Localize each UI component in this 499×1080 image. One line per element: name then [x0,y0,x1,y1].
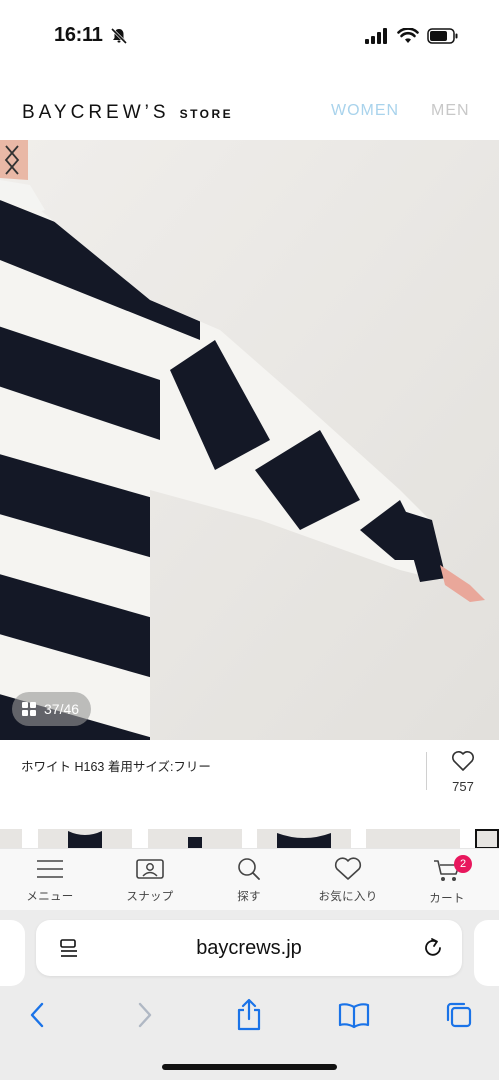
favorite-button[interactable]: 757 [446,750,480,794]
reload-icon[interactable] [422,937,444,959]
favorite-count: 757 [452,779,474,794]
product-photo [0,140,499,740]
share-icon [237,998,261,1031]
browser-tabs-button[interactable] [439,995,479,1035]
battery-icon [427,28,458,44]
search-icon [238,858,260,880]
tabs-icon [446,1002,472,1028]
next-image-button[interactable] [0,140,24,180]
status-time: 16:11 [54,24,103,46]
browser-back-button[interactable] [17,995,57,1035]
nav-search-button[interactable]: 探す [209,857,289,904]
nav-favorites-button[interactable]: お気に入り [308,857,388,904]
grid-view-icon [22,702,36,716]
divider [426,752,427,790]
nav-men-link[interactable]: MEN [431,102,470,120]
browser-share-button[interactable] [229,995,269,1035]
cart-count-badge: 2 [454,855,472,873]
site-header: BAYCREW’S STORE WOMEN MEN [0,62,499,140]
thumbnail-image[interactable] [38,829,132,849]
address-bar[interactable]: baycrews.jp [36,920,462,976]
book-icon [338,1003,370,1029]
brand-name: BAYCREW’S [22,102,170,123]
brand-store: STORE [179,107,234,121]
thumbnail-image-selected[interactable] [475,829,499,849]
nav-women-link[interactable]: WOMEN [331,102,399,120]
thumbnail-image[interactable] [0,829,22,849]
image-counter[interactable]: 37/46 [12,692,92,726]
nav-favorites-label: お気に入り [318,891,378,903]
home-indicator [162,1064,337,1070]
image-counter-text: 37/46 [44,701,80,717]
chevron-right-icon [138,1002,152,1028]
nav-snap-label: スナップ [126,891,174,903]
product-caption-row: ホワイト H163 着用サイズ:フリー 757 [0,740,499,810]
hamburger-menu-icon [37,860,63,878]
browser-bookmarks-button[interactable] [334,995,374,1035]
model-size-caption: ホワイト H163 着用サイズ:フリー [21,760,211,774]
snap-photo-icon [136,859,164,879]
thumbnail-image[interactable] [148,829,242,849]
nav-snap-button[interactable]: スナップ [110,857,190,904]
cellular-signal-icon [365,28,387,44]
app-bottom-nav: メニュー スナップ 探す お気に入り 2 カート [0,848,499,910]
thumbnail-strip[interactable] [0,829,499,849]
browser-forward-button[interactable] [125,995,165,1035]
url-text: baycrews.jp [196,937,302,959]
wifi-icon [397,28,419,43]
next-tab-preview[interactable] [474,920,499,986]
previous-tab-preview[interactable] [0,920,25,986]
status-indicators [365,28,459,44]
brand-logo[interactable]: BAYCREW’S STORE [22,102,233,124]
status-bar: 16:11 [0,0,499,62]
nav-cart-button[interactable]: 2 カート [407,855,487,906]
product-image-carousel[interactable]: 37/46 [0,140,499,740]
nav-menu-label: メニュー [26,891,74,903]
thumbnail-image[interactable] [257,829,351,849]
nav-search-label: 探す [237,891,261,903]
nav-menu-button[interactable]: メニュー [10,857,90,904]
bell-muted-icon [110,27,128,45]
browser-toolbar: baycrews.jp [0,910,499,1080]
heart-outline-icon [452,751,474,771]
nav-cart-label: カート [429,893,465,905]
chevron-left-icon [30,1002,44,1028]
heart-icon [334,857,362,880]
thumbnail-image[interactable] [366,829,460,849]
